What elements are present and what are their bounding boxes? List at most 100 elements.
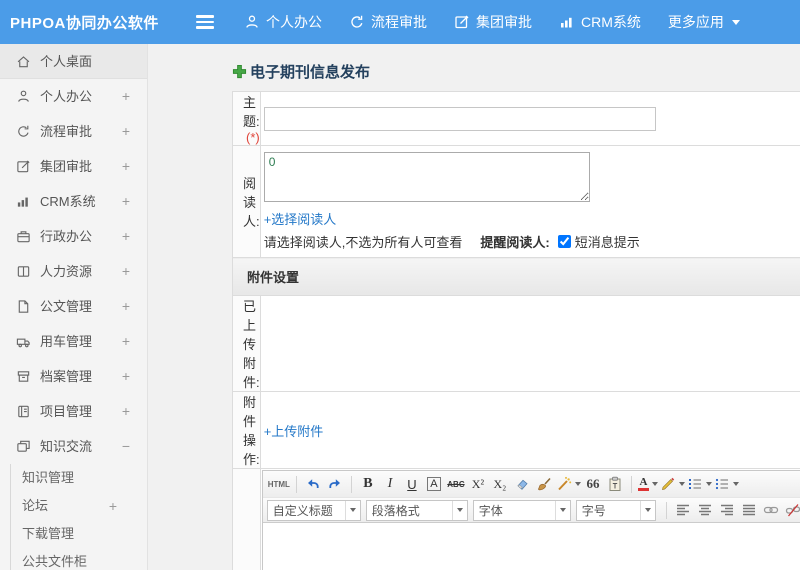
- caret-down-icon: [731, 19, 740, 25]
- undo-button[interactable]: [303, 474, 323, 494]
- attachment-op-label-cell: 附件操作:: [232, 391, 261, 469]
- readers-label-cell: 阅读人:: [232, 145, 261, 258]
- expand-toggle[interactable]: +: [122, 254, 130, 289]
- strikethrough-button[interactable]: ABC: [446, 474, 466, 494]
- italic-button[interactable]: I: [380, 474, 400, 494]
- superscript-button[interactable]: X²: [468, 474, 488, 494]
- sidebar-label: 知识交流: [40, 439, 93, 454]
- link-icon: [763, 506, 778, 514]
- form-row-subject: 主题:(*): [232, 91, 800, 146]
- layers-icon: [17, 440, 30, 452]
- readers-hint: 请选择阅读人,不选为所有人可查看: [263, 235, 463, 250]
- autoformat-button[interactable]: A: [427, 477, 441, 491]
- bold-button[interactable]: B: [358, 474, 378, 494]
- expand-toggle[interactable]: +: [122, 149, 130, 184]
- align-center-button[interactable]: [695, 500, 715, 520]
- align-left-button[interactable]: [673, 500, 693, 520]
- sidebar-item-crm[interactable]: CRM系统 +: [0, 184, 147, 219]
- expand-toggle[interactable]: +: [122, 184, 130, 219]
- nav-workflow-approval[interactable]: 流程审批: [349, 12, 427, 32]
- expand-toggle[interactable]: +: [122, 324, 130, 359]
- paragraph-format-dropdown[interactable]: 段落格式: [365, 499, 468, 521]
- sidebar-item-knowledge-exchange[interactable]: 知识交流 −: [0, 429, 147, 464]
- sms-remind-checkbox[interactable]: [557, 235, 571, 248]
- sidebar-item-personal-desktop[interactable]: 个人桌面: [0, 44, 147, 79]
- nav-more-apps[interactable]: 更多应用: [668, 12, 740, 32]
- sidebar-label: 用车管理: [40, 334, 93, 349]
- sms-remind-label: 短消息提示: [574, 235, 640, 250]
- main-content: 电子期刊信息发布 主题:(*) 阅读人: 0 +选择阅读人 请选择阅读人,不选为…: [149, 44, 800, 570]
- align-right-button[interactable]: [717, 500, 737, 520]
- sidebar-item-group-approval[interactable]: 集团审批 +: [0, 149, 147, 184]
- expand-toggle[interactable]: +: [109, 492, 117, 520]
- sidebar-subitem-public-cabinet[interactable]: 公共文件柜: [11, 548, 147, 570]
- uploaded-field-cell: [259, 295, 800, 392]
- sidebar-item-project-mgmt[interactable]: 项目管理 +: [0, 394, 147, 429]
- custom-heading-dropdown[interactable]: 自定义标题: [266, 499, 361, 521]
- sidebar-subitem-knowledge-mgmt[interactable]: 知识管理: [11, 464, 147, 492]
- remove-link-button[interactable]: [783, 500, 800, 520]
- paste-text-button[interactable]: [605, 474, 625, 494]
- ordered-list-button[interactable]: [687, 474, 712, 494]
- content-label-cell: 内容:(*): [232, 468, 261, 570]
- editor-content-area[interactable]: [262, 523, 800, 570]
- readers-textarea[interactable]: 0: [263, 152, 590, 202]
- sidebar-subitem-forum[interactable]: 论坛 +: [11, 492, 147, 520]
- font-size-dropdown[interactable]: 字号: [575, 499, 656, 521]
- format-brush-button[interactable]: [534, 474, 554, 494]
- sidebar-subitem-download-mgmt[interactable]: 下载管理: [11, 520, 147, 548]
- sidebar-item-hr[interactable]: 人力资源 +: [0, 254, 147, 289]
- caret-down-icon: [639, 500, 655, 520]
- unordered-list-button[interactable]: [714, 474, 739, 494]
- expand-toggle[interactable]: +: [122, 289, 130, 324]
- nav-personal-office[interactable]: 个人办公: [244, 12, 322, 32]
- caret-down-icon: [451, 500, 467, 520]
- blockquote-button[interactable]: 66: [583, 474, 603, 494]
- attachment-op-field-cell: +上传附件: [259, 391, 800, 469]
- editor-toolbar-row2: 自定义标题 段落格式 字体 字号: [262, 497, 800, 523]
- sidebar-item-vehicle-mgmt[interactable]: 用车管理 +: [0, 324, 147, 359]
- justify-button[interactable]: [739, 500, 759, 520]
- edit-icon: [455, 15, 469, 29]
- sidebar-sublabel: 知识管理: [22, 470, 75, 485]
- html-source-button[interactable]: HTML: [268, 474, 290, 494]
- font-color-button[interactable]: A: [637, 474, 658, 494]
- align-right-icon: [720, 504, 733, 516]
- autotypeset-button[interactable]: [556, 474, 581, 494]
- sidebar-item-admin-office[interactable]: 行政办公 +: [0, 219, 147, 254]
- expand-toggle[interactable]: +: [122, 79, 130, 114]
- highlight-color-button[interactable]: [660, 474, 685, 494]
- sidebar-item-workflow-approval[interactable]: 流程审批 +: [0, 114, 147, 149]
- attachment-section-title: 附件设置: [247, 270, 300, 285]
- form-row-content: 内容:(*) HTML B: [232, 468, 800, 570]
- sidebar-label: 行政办公: [40, 229, 93, 244]
- expand-toggle[interactable]: +: [122, 219, 130, 254]
- sidebar-sublabel: 论坛: [22, 498, 49, 513]
- font-family-dropdown[interactable]: 字体: [472, 499, 571, 521]
- sidebar-item-archive-mgmt[interactable]: 档案管理 +: [0, 359, 147, 394]
- remind-readers-label: 提醒阅读人:: [480, 235, 550, 250]
- subject-label: 主题:: [243, 95, 260, 129]
- subject-input[interactable]: [263, 106, 656, 131]
- underline-button[interactable]: U: [402, 474, 422, 494]
- nav-crm-system[interactable]: CRM系统: [559, 12, 641, 32]
- expand-toggle[interactable]: +: [122, 394, 130, 429]
- expand-toggle[interactable]: +: [122, 359, 130, 394]
- align-center-icon: [698, 504, 711, 516]
- nav-group-approval[interactable]: 集团审批: [454, 12, 532, 32]
- hamburger-menu-icon[interactable]: [196, 12, 218, 32]
- insert-link-button[interactable]: [761, 500, 781, 520]
- expand-toggle[interactable]: −: [122, 429, 130, 464]
- redo-button[interactable]: [325, 474, 345, 494]
- upload-attachment-link[interactable]: +上传附件: [264, 424, 324, 439]
- choose-readers-link[interactable]: +选择阅读人: [264, 212, 337, 227]
- subscript-button[interactable]: X₂: [490, 474, 510, 494]
- uploaded-label-cell: 已上传附件:: [232, 295, 261, 392]
- caret-down-icon: [574, 482, 581, 486]
- sidebar-item-document-mgmt[interactable]: 公文管理 +: [0, 289, 147, 324]
- expand-toggle[interactable]: +: [122, 114, 130, 149]
- toolbar-separator: [350, 475, 352, 493]
- undo-icon: [307, 479, 319, 488]
- sidebar-item-personal-office[interactable]: 个人办公 +: [0, 79, 147, 114]
- eraser-button[interactable]: [512, 474, 532, 494]
